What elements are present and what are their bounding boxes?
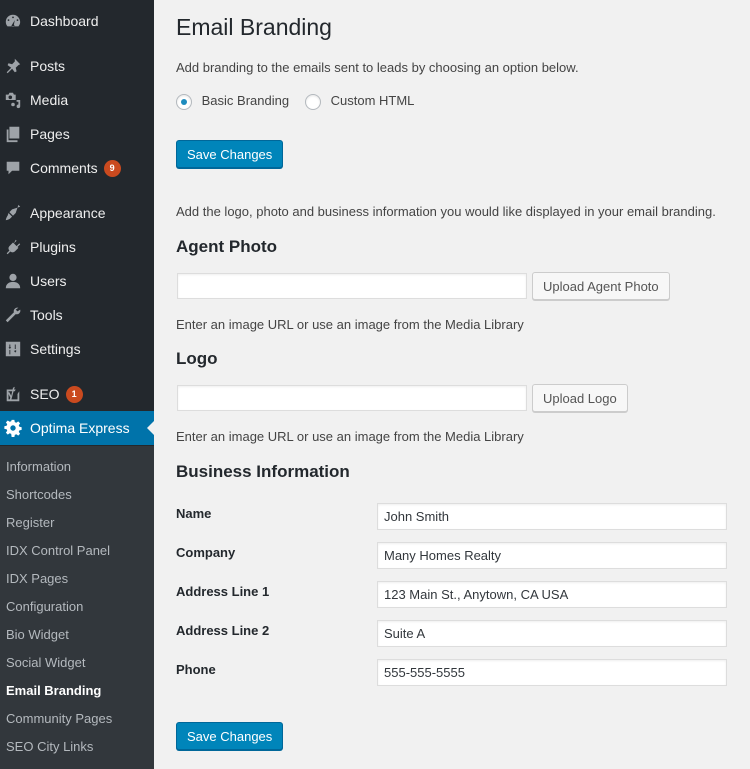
menu-item-posts[interactable]: Posts	[0, 49, 154, 83]
submenu-item-social-widget[interactable]: Social Widget	[6, 655, 85, 670]
name-label: Name	[176, 506, 212, 521]
business-info-heading: Business Information	[176, 462, 350, 481]
branding-intro-text: Add branding to the emails sent to leads…	[176, 60, 579, 75]
menu-label: Media	[30, 92, 69, 108]
address-line-2-input[interactable]	[377, 620, 727, 647]
menu-item-plugins[interactable]: Plugins	[0, 230, 154, 264]
menu-item-appearance[interactable]: Appearance	[0, 196, 154, 230]
plug-icon	[3, 237, 23, 257]
comment-icon	[3, 158, 23, 178]
media-icon	[3, 90, 23, 110]
submenu-item-idx-control-panel[interactable]: IDX Control Panel	[6, 543, 110, 558]
radio-basic-branding[interactable]: Basic Branding	[176, 93, 289, 110]
menu-item-optima-express[interactable]: Optima Express	[0, 411, 154, 445]
submenu-item-seo-city-links[interactable]: SEO City Links	[6, 739, 93, 754]
radio-label: Basic Branding	[201, 93, 290, 108]
menu-item-dashboard[interactable]: Dashboard	[0, 4, 154, 38]
menu-label: Dashboard	[30, 13, 99, 29]
submenu-item-information[interactable]: Information	[6, 459, 71, 474]
sliders-icon	[3, 339, 23, 359]
menu-item-tools[interactable]: Tools	[0, 298, 154, 332]
upload-agent-photo-button[interactable]: Upload Agent Photo	[532, 272, 670, 300]
address-line-2-label: Address Line 2	[176, 623, 270, 638]
logo-url-input[interactable]	[177, 385, 527, 411]
submenu-item-idx-pages[interactable]: IDX Pages	[6, 571, 68, 586]
comments-count-badge: 9	[103, 159, 121, 177]
menu-item-seo[interactable]: SEO 1	[0, 377, 154, 411]
agent-photo-url-input[interactable]	[177, 273, 527, 299]
details-intro-text: Add the logo, photo and business informa…	[176, 204, 716, 219]
menu-label: Tools	[30, 307, 63, 323]
submenu-item-shortcodes[interactable]: Shortcodes	[6, 487, 72, 502]
dashboard-icon	[3, 11, 23, 31]
phone-label: Phone	[176, 662, 216, 677]
menu-label: Optima Express	[30, 420, 130, 436]
menu-label: Posts	[30, 58, 66, 74]
save-changes-button-bottom[interactable]: Save Changes	[176, 722, 284, 750]
menu-label: SEO	[30, 386, 60, 402]
menu-label: Appearance	[30, 205, 106, 221]
company-label: Company	[176, 545, 236, 560]
yoast-icon	[3, 384, 23, 404]
logo-help-text: Enter an image URL or use an image from …	[176, 429, 524, 444]
active-menu-arrow	[147, 421, 154, 435]
menu-label: Settings	[30, 341, 81, 357]
logo-heading: Logo	[176, 349, 218, 368]
user-icon	[3, 271, 23, 291]
radio-custom-html[interactable]: Custom HTML	[305, 93, 414, 110]
menu-label: Users	[30, 273, 67, 289]
paintbrush-icon	[3, 203, 23, 223]
menu-label: Pages	[30, 126, 70, 142]
agent-photo-heading: Agent Photo	[176, 237, 278, 256]
menu-item-pages[interactable]: Pages	[0, 117, 154, 151]
submenu-item-register[interactable]: Register	[6, 515, 54, 530]
menu-item-users[interactable]: Users	[0, 264, 154, 298]
menu-label: Plugins	[30, 239, 76, 255]
radio-button[interactable]	[305, 93, 321, 110]
submenu-item-configuration[interactable]: Configuration	[6, 599, 83, 614]
page-title: Email Branding	[176, 14, 332, 40]
radio-button[interactable]	[176, 93, 192, 110]
gear-icon	[3, 418, 23, 438]
radio-label: Custom HTML	[330, 93, 415, 108]
upload-logo-button[interactable]: Upload Logo	[532, 384, 628, 412]
name-input[interactable]	[377, 503, 727, 530]
menu-item-comments[interactable]: Comments 9	[0, 151, 154, 185]
wrench-icon	[3, 305, 23, 325]
phone-input[interactable]	[377, 659, 727, 686]
pin-icon	[3, 56, 23, 76]
menu-item-media[interactable]: Media	[0, 83, 154, 117]
save-changes-button-top[interactable]: Save Changes	[176, 140, 284, 168]
menu-item-settings[interactable]: Settings	[0, 332, 154, 366]
submenu-item-bio-widget[interactable]: Bio Widget	[6, 627, 69, 642]
pages-icon	[3, 124, 23, 144]
address-line-1-label: Address Line 1	[176, 584, 270, 599]
submenu-item-email-branding[interactable]: Email Branding	[6, 683, 101, 698]
agent-photo-help-text: Enter an image URL or use an image from …	[176, 317, 524, 332]
address-line-1-input[interactable]	[377, 581, 727, 608]
optima-express-submenu: Information Shortcodes Register IDX Cont…	[0, 446, 154, 769]
admin-sidebar: Dashboard Posts Media Pages Comments 9 A…	[0, 0, 154, 769]
menu-label: Comments	[30, 160, 98, 176]
seo-notification-badge: 1	[65, 385, 83, 403]
company-input[interactable]	[377, 542, 727, 569]
submenu-item-community-pages[interactable]: Community Pages	[6, 711, 112, 726]
